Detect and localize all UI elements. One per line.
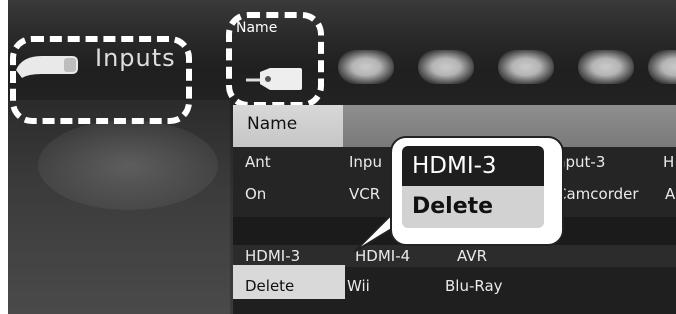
grid-cell-blu-ray[interactable]: Blu-Ray: [445, 277, 503, 295]
blurred-menu-icon[interactable]: [578, 50, 634, 84]
grid-cell-h[interactable]: H: [663, 153, 674, 171]
inputs-highlight: [10, 36, 192, 124]
delete-button[interactable]: Delete: [402, 186, 544, 228]
grid-cell-avr[interactable]: AVR: [457, 247, 487, 265]
grid-cell-vcr[interactable]: VCR: [349, 185, 380, 203]
glow-decoration: [38, 120, 218, 210]
blurred-menu-icon[interactable]: [338, 50, 394, 84]
grid-cell-camcorder[interactable]: Camcorder: [556, 185, 639, 203]
blurred-menu-icon[interactable]: [418, 50, 474, 84]
name-header-label: Name: [247, 114, 298, 134]
grid-cell-wii[interactable]: Wii: [347, 277, 370, 295]
popup-title: HDMI-3: [402, 146, 544, 186]
blurred-menu-icon[interactable]: [648, 50, 676, 84]
grid-cell-a[interactable]: A: [665, 185, 675, 203]
grid-cell-delete[interactable]: Delete: [245, 277, 294, 295]
grid-cell-ant[interactable]: Ant: [245, 153, 271, 171]
context-popup: HDMI-3 Delete: [392, 138, 562, 244]
blurred-menu-icon[interactable]: [498, 50, 554, 84]
grid-cell-input[interactable]: Inpu: [349, 153, 382, 171]
grid-cell-input-3[interactable]: nput-3: [556, 153, 605, 171]
grid-cell-hdmi-3[interactable]: HDMI-3: [245, 247, 300, 265]
grid-cell-on[interactable]: On: [245, 185, 266, 203]
name-highlight: [226, 12, 324, 108]
